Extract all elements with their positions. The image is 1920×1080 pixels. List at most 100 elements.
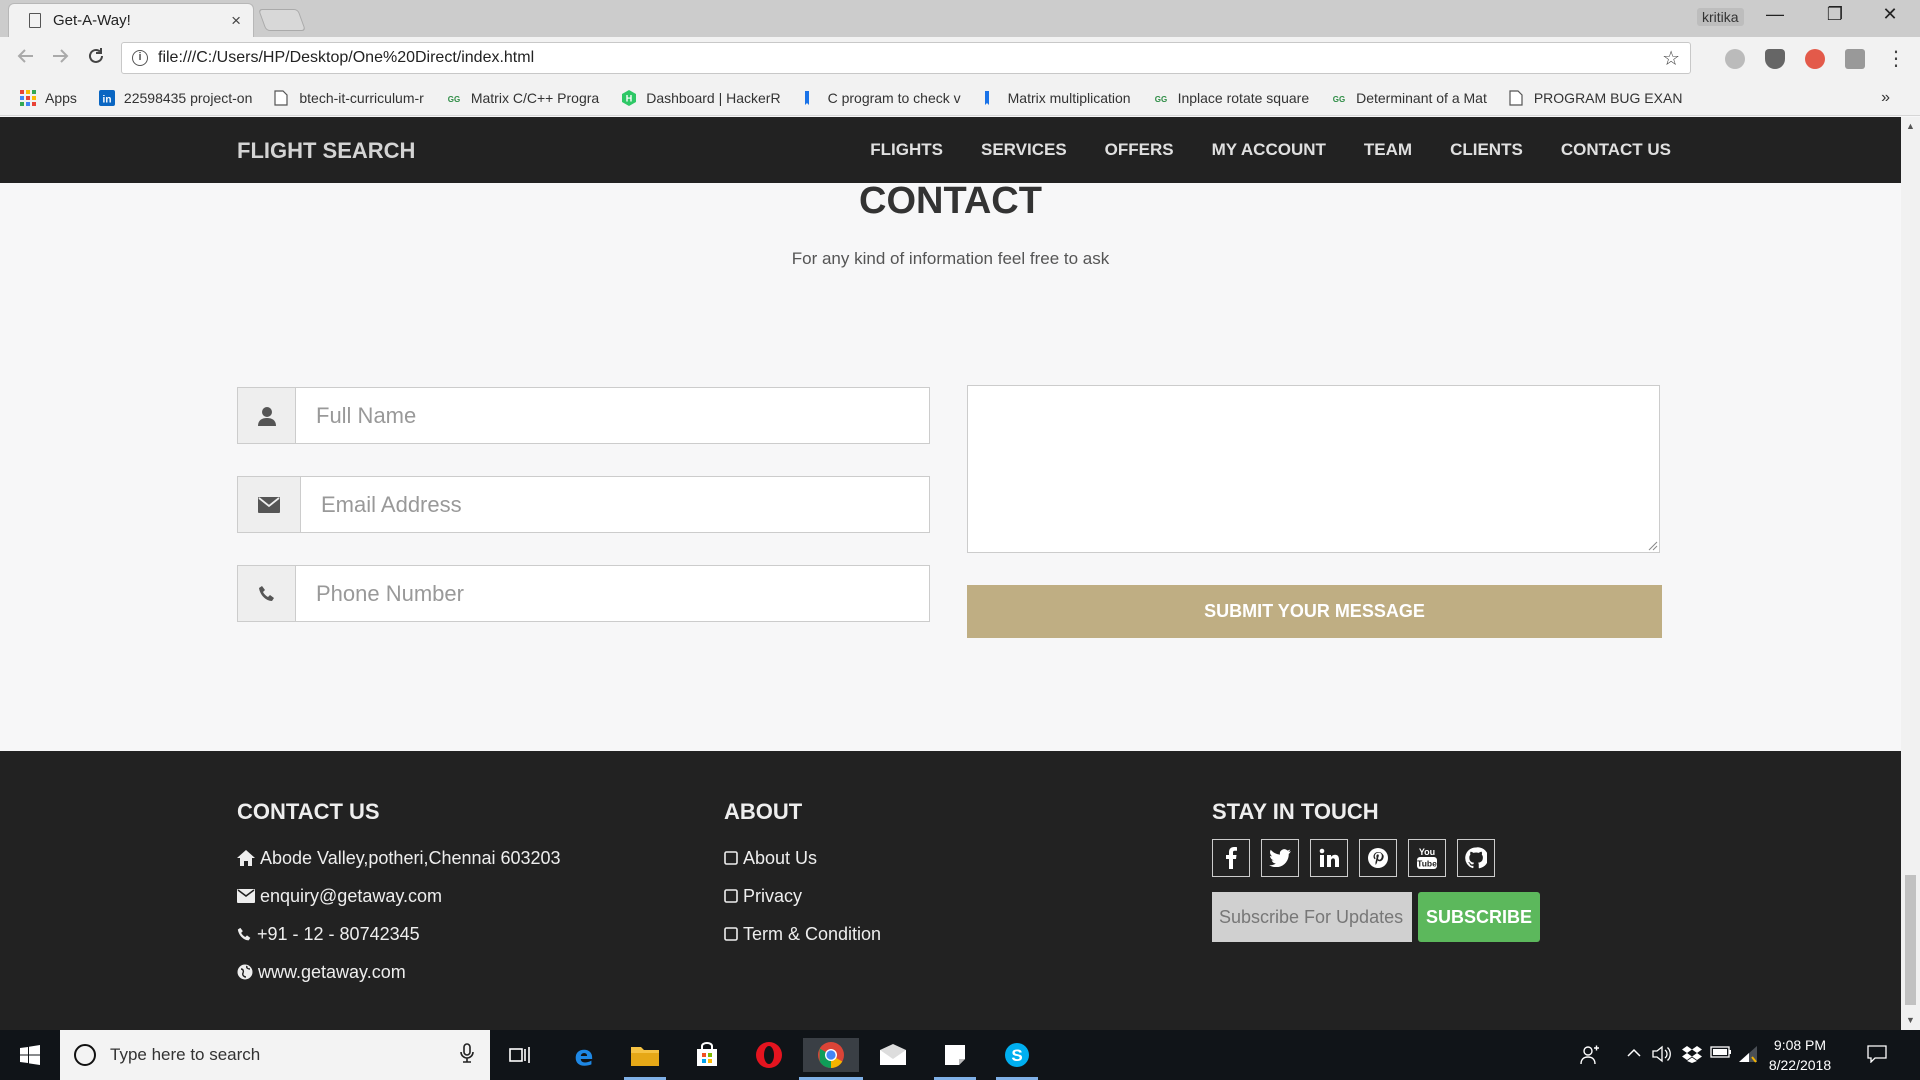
bookmark-item[interactable]: PROGRAM BUG EXAN	[1509, 90, 1682, 106]
footer-website-text[interactable]: www.getaway.com	[258, 962, 406, 983]
shield-extension-icon[interactable]	[1765, 49, 1785, 69]
svg-text:S: S	[1011, 1046, 1022, 1065]
bookmark-item[interactable]: C program to check v	[803, 90, 961, 106]
dropbox-icon[interactable]	[1682, 1045, 1702, 1066]
taskbar-search-box[interactable]: Type here to search	[60, 1030, 490, 1080]
footer-address-text: Abode Valley,potheri,Chennai 603203	[260, 847, 561, 868]
footer-link-label[interactable]: About Us	[743, 848, 817, 869]
page-scrollbar[interactable]: ▲ ▼	[1901, 117, 1920, 1030]
restore-button[interactable]: ❐	[1805, 4, 1865, 25]
bookmark-item[interactable]: GG Determinant of a Mat	[1331, 90, 1487, 106]
linkedin-icon[interactable]	[1310, 839, 1348, 877]
action-center-icon[interactable]	[1867, 1045, 1887, 1066]
forward-button[interactable]	[50, 46, 70, 72]
phone-input[interactable]	[296, 566, 929, 621]
close-window-button[interactable]: ✕	[1860, 4, 1920, 25]
twitter-icon[interactable]	[1261, 839, 1299, 877]
nav-link-services[interactable]: SERVICES	[981, 140, 1067, 160]
pinterest-icon[interactable]	[1359, 839, 1397, 877]
new-tab-button[interactable]	[257, 9, 307, 31]
footer-link-privacy[interactable]: Privacy	[724, 877, 881, 915]
scroll-up-arrow-icon[interactable]: ▲	[1906, 121, 1915, 131]
bookmark-item[interactable]: Apps	[20, 90, 77, 106]
windows-start-icon[interactable]	[0, 1030, 60, 1080]
github-icon[interactable]	[1457, 839, 1495, 877]
bookmark-label: 22598435 project-on	[123, 90, 253, 106]
bookmark-flag-icon	[983, 90, 999, 106]
task-view-icon[interactable]	[503, 1038, 537, 1072]
nav-links: FLIGHTS SERVICES OFFERS MY ACCOUNT TEAM …	[832, 117, 1671, 183]
battery-icon[interactable]	[1710, 1045, 1732, 1062]
nav-link-team[interactable]: TEAM	[1364, 140, 1412, 160]
message-textarea[interactable]	[967, 385, 1660, 553]
address-url[interactable]: file:///C:/Users/HP/Desktop/One%20Direct…	[158, 49, 1662, 67]
footer-address: Abode Valley,potheri,Chennai 603203	[237, 839, 561, 877]
volume-icon[interactable]	[1652, 1045, 1672, 1066]
people-icon[interactable]	[1580, 1045, 1600, 1068]
opera-icon[interactable]	[752, 1038, 786, 1072]
geeksforgeeks-icon: GG	[446, 90, 462, 106]
footer-link-terms[interactable]: Term & Condition	[724, 915, 881, 953]
page-icon	[274, 90, 290, 106]
tab-close-icon[interactable]: ×	[231, 11, 241, 31]
scroll-down-arrow-icon[interactable]: ▼	[1906, 1015, 1915, 1025]
profile-name[interactable]: kritika	[1697, 8, 1744, 26]
menu-kebab-icon[interactable]: ⋮	[1886, 46, 1906, 71]
bookmarks-overflow-button[interactable]: »	[1881, 89, 1890, 107]
bookmark-item[interactable]: Matrix multiplication	[983, 90, 1131, 106]
nav-link-clients[interactable]: CLIENTS	[1450, 140, 1523, 160]
bookmark-item[interactable]: GG Inplace rotate square	[1153, 90, 1309, 106]
chevron-up-icon[interactable]	[1626, 1045, 1642, 1064]
subscribe-button[interactable]: SUBSCRIBE	[1418, 892, 1541, 942]
reload-button[interactable]	[86, 46, 106, 72]
minimize-button[interactable]: —	[1745, 4, 1805, 25]
nav-link-flights[interactable]: FLIGHTS	[870, 140, 943, 160]
browser-tab[interactable]: Get-A-Way! ×	[8, 3, 254, 37]
extension-icon[interactable]	[1725, 49, 1745, 69]
checkbox-square-icon	[724, 851, 738, 865]
youtube-icon[interactable]: You Tube	[1408, 839, 1446, 877]
taskbar-search-placeholder[interactable]: Type here to search	[110, 1045, 460, 1065]
bookmark-item[interactable]: in 22598435 project-on	[98, 90, 253, 106]
full-name-field	[237, 387, 930, 444]
bookmark-item[interactable]: btech-it-curriculum-r	[274, 90, 424, 106]
envelope-icon	[237, 889, 255, 903]
footer-touch-column: STAY IN TOUCH You Tube Subscribe For Upd…	[1212, 799, 1541, 942]
mail-icon[interactable]	[876, 1038, 910, 1072]
svg-text:H: H	[626, 94, 633, 104]
site-info-icon[interactable]: i	[132, 50, 148, 66]
nav-link-my-account[interactable]: MY ACCOUNT	[1212, 140, 1326, 160]
back-button[interactable]	[16, 46, 36, 72]
resize-grip-icon[interactable]	[1646, 539, 1658, 551]
facebook-icon[interactable]	[1212, 839, 1250, 877]
microphone-icon[interactable]	[460, 1042, 474, 1068]
skype-icon[interactable]: S	[996, 1038, 1038, 1080]
submit-message-button[interactable]: SUBMIT YOUR MESSAGE	[967, 585, 1662, 638]
full-name-input[interactable]	[296, 388, 929, 443]
bookmark-item[interactable]: H Dashboard | HackerR	[621, 90, 781, 106]
scrollbar-thumb[interactable]	[1905, 875, 1916, 1005]
email-input[interactable]	[301, 477, 929, 532]
footer-link-label[interactable]: Privacy	[743, 886, 802, 907]
bookmark-star-icon[interactable]: ☆	[1662, 46, 1680, 71]
taskbar-clock[interactable]: 9:08 PM 8/22/2018	[1760, 1035, 1840, 1075]
blocker-extension-icon[interactable]	[1805, 49, 1825, 69]
browser-toolbar: i file:///C:/Users/HP/Desktop/One%20Dire…	[0, 37, 1920, 81]
nav-link-contact-us[interactable]: CONTACT US	[1561, 140, 1671, 160]
address-bar[interactable]: i file:///C:/Users/HP/Desktop/One%20Dire…	[121, 42, 1691, 74]
svg-text:GG: GG	[1154, 95, 1166, 104]
bookmark-item[interactable]: GG Matrix C/C++ Progra	[446, 90, 600, 106]
edge-browser-icon[interactable]: e	[567, 1038, 601, 1072]
nav-link-offers[interactable]: OFFERS	[1105, 140, 1174, 160]
site-brand[interactable]: FLIGHT SEARCH	[237, 138, 415, 164]
chrome-icon[interactable]	[799, 1038, 863, 1080]
sticky-notes-icon[interactable]	[934, 1038, 976, 1080]
subscribe-input[interactable]	[1212, 892, 1412, 942]
store-icon[interactable]	[690, 1038, 724, 1072]
wifi-icon[interactable]	[1738, 1045, 1758, 1066]
footer-link-about-us[interactable]: About Us	[724, 839, 881, 877]
extension-icon[interactable]	[1845, 49, 1865, 69]
contact-title: CONTACT	[859, 180, 1042, 222]
file-explorer-icon[interactable]	[624, 1038, 666, 1080]
footer-link-label[interactable]: Term & Condition	[743, 924, 881, 945]
